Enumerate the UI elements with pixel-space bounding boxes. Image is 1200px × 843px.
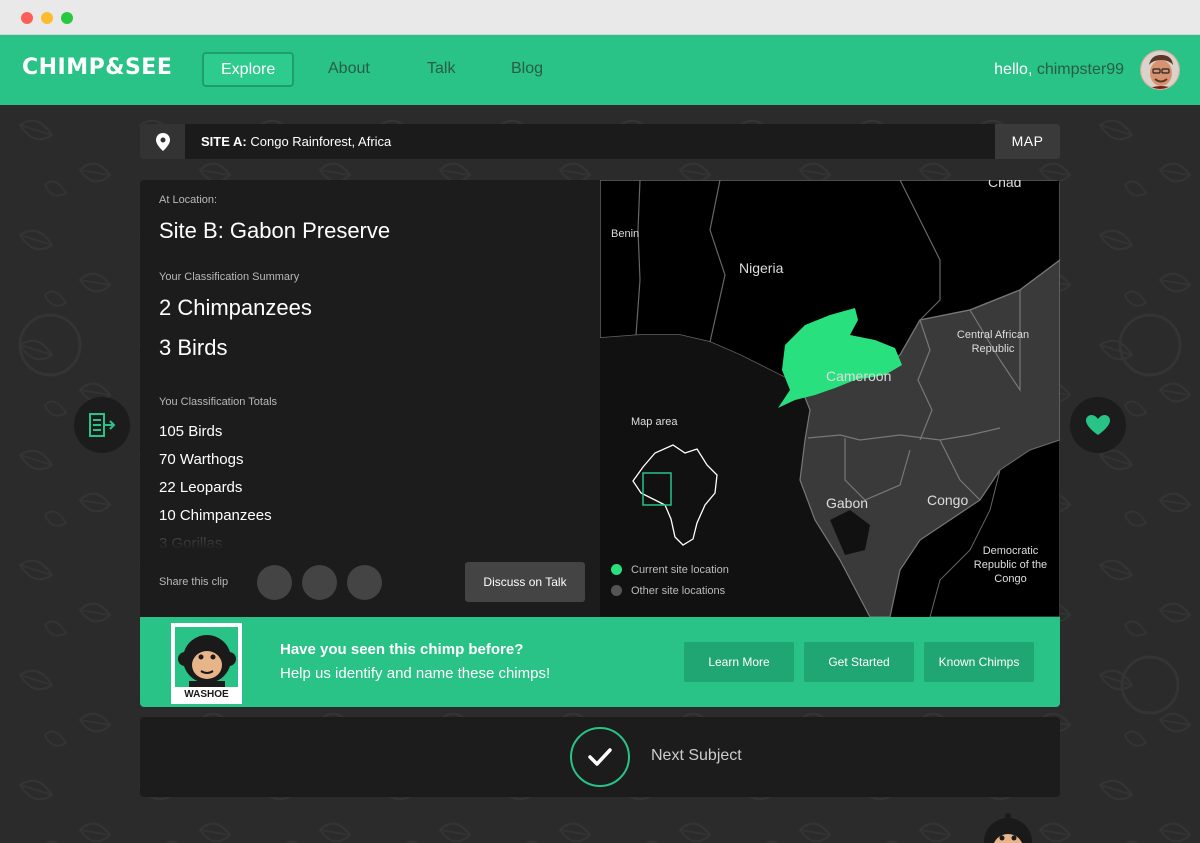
site-title: SITE A: Congo Rainforest, Africa — [201, 134, 391, 149]
chimp-illustration — [175, 627, 238, 687]
map-label-gabon: Gabon — [826, 495, 869, 511]
learn-more-button[interactable]: Learn More — [684, 642, 794, 682]
share-button-3[interactable] — [347, 565, 382, 600]
next-subject-bar[interactable]: Next Subject — [140, 717, 1060, 797]
map-label-chad: Chad — [988, 180, 1022, 190]
window-close-button[interactable] — [21, 12, 33, 24]
map-label-benin: Benin — [611, 228, 640, 240]
site-location-bar: SITE A: Congo Rainforest, Africa MAP — [140, 124, 1060, 159]
avatar[interactable] — [1140, 50, 1180, 90]
window-minimize-button[interactable] — [41, 12, 53, 24]
legend-current-label: Current site location — [631, 564, 729, 576]
user-greeting: hello, chimpster99 — [994, 61, 1124, 79]
nav-explore[interactable]: Explore — [202, 52, 295, 87]
username-link[interactable]: chimpster99 — [1037, 61, 1124, 78]
checkmark-icon — [588, 748, 612, 766]
greeting-prefix: hello, — [994, 61, 1033, 78]
totals-fade-overlay — [140, 528, 600, 550]
discuss-on-talk-button[interactable]: Discuss on Talk — [465, 562, 585, 602]
map-label-cameroon: Cameroon — [826, 368, 892, 384]
map-label-congo: Congo — [927, 492, 969, 508]
map-label-central-african-republic: Central African Republic — [956, 329, 1030, 355]
classification-panel: At Location: Site B: Gabon Preserve Your… — [140, 180, 1060, 617]
map-label-nigeria: Nigeria — [739, 260, 784, 276]
map-area-label: Map area — [631, 416, 678, 428]
totals-label: You Classification Totals — [159, 396, 278, 408]
legend-other-label: Other site locations — [631, 585, 726, 597]
totals-item: 70 Warthogs — [159, 451, 244, 468]
favorite-button[interactable] — [1070, 397, 1126, 453]
chimp-id-banner: WASHOE Have you seen this chimp before? … — [140, 617, 1060, 707]
exit-button[interactable] — [74, 397, 130, 453]
site-label: SITE A: — [201, 134, 247, 149]
heart-icon — [1086, 415, 1110, 435]
location-pin-icon — [140, 124, 185, 159]
chimp-card[interactable]: WASHOE — [171, 623, 242, 704]
legend-other-sites: Other site locations — [611, 585, 725, 597]
map-label-drc: Democratic Republic of the Congo — [973, 545, 1048, 585]
banner-title: Have you seen this chimp before? — [280, 641, 524, 658]
chimp-name: WASHOE — [184, 689, 229, 700]
nav-about[interactable]: About — [311, 52, 387, 87]
summary-item: 3 Birds — [159, 335, 228, 360]
banner-subtitle: Help us identify and name these chimps! — [280, 665, 551, 682]
nav-talk[interactable]: Talk — [410, 52, 472, 87]
share-button-2[interactable] — [302, 565, 337, 600]
totals-item: 22 Leopards — [159, 479, 243, 496]
totals-item: 105 Birds — [159, 423, 223, 440]
site-name: Congo Rainforest, Africa — [250, 134, 392, 149]
exit-icon — [89, 413, 116, 437]
next-subject-label: Next Subject — [651, 747, 742, 764]
share-label: Share this clip — [159, 576, 229, 588]
get-started-button[interactable]: Get Started — [804, 642, 914, 682]
share-button-1[interactable] — [257, 565, 292, 600]
location-title: Site B: Gabon Preserve — [159, 218, 391, 243]
window-maximize-button[interactable] — [61, 12, 73, 24]
known-chimps-button[interactable]: Known Chimps — [924, 642, 1034, 682]
top-navbar: CHIMP&SEE Explore About Talk Blog hello,… — [0, 35, 1200, 105]
summary-item: 2 Chimpanzees — [159, 295, 312, 320]
legend-other-dot — [611, 585, 622, 596]
at-location-label: At Location: — [159, 194, 218, 206]
summary-section: At Location: Site B: Gabon Preserve Your… — [140, 180, 600, 617]
legend-current-site: Current site location — [611, 564, 729, 576]
next-subject-button[interactable] — [570, 727, 630, 787]
window-titlebar — [0, 0, 1200, 35]
site-map[interactable]: Chad Benin Nigeria Central African Repub… — [600, 180, 1060, 617]
peeking-chimp-icon — [984, 813, 1032, 843]
nav-blog[interactable]: Blog — [494, 52, 560, 87]
app-logo[interactable]: CHIMP&SEE — [22, 55, 172, 80]
legend-current-dot — [611, 564, 622, 575]
map-button[interactable]: MAP — [995, 124, 1060, 159]
summary-label: Your Classification Summary — [159, 271, 300, 283]
